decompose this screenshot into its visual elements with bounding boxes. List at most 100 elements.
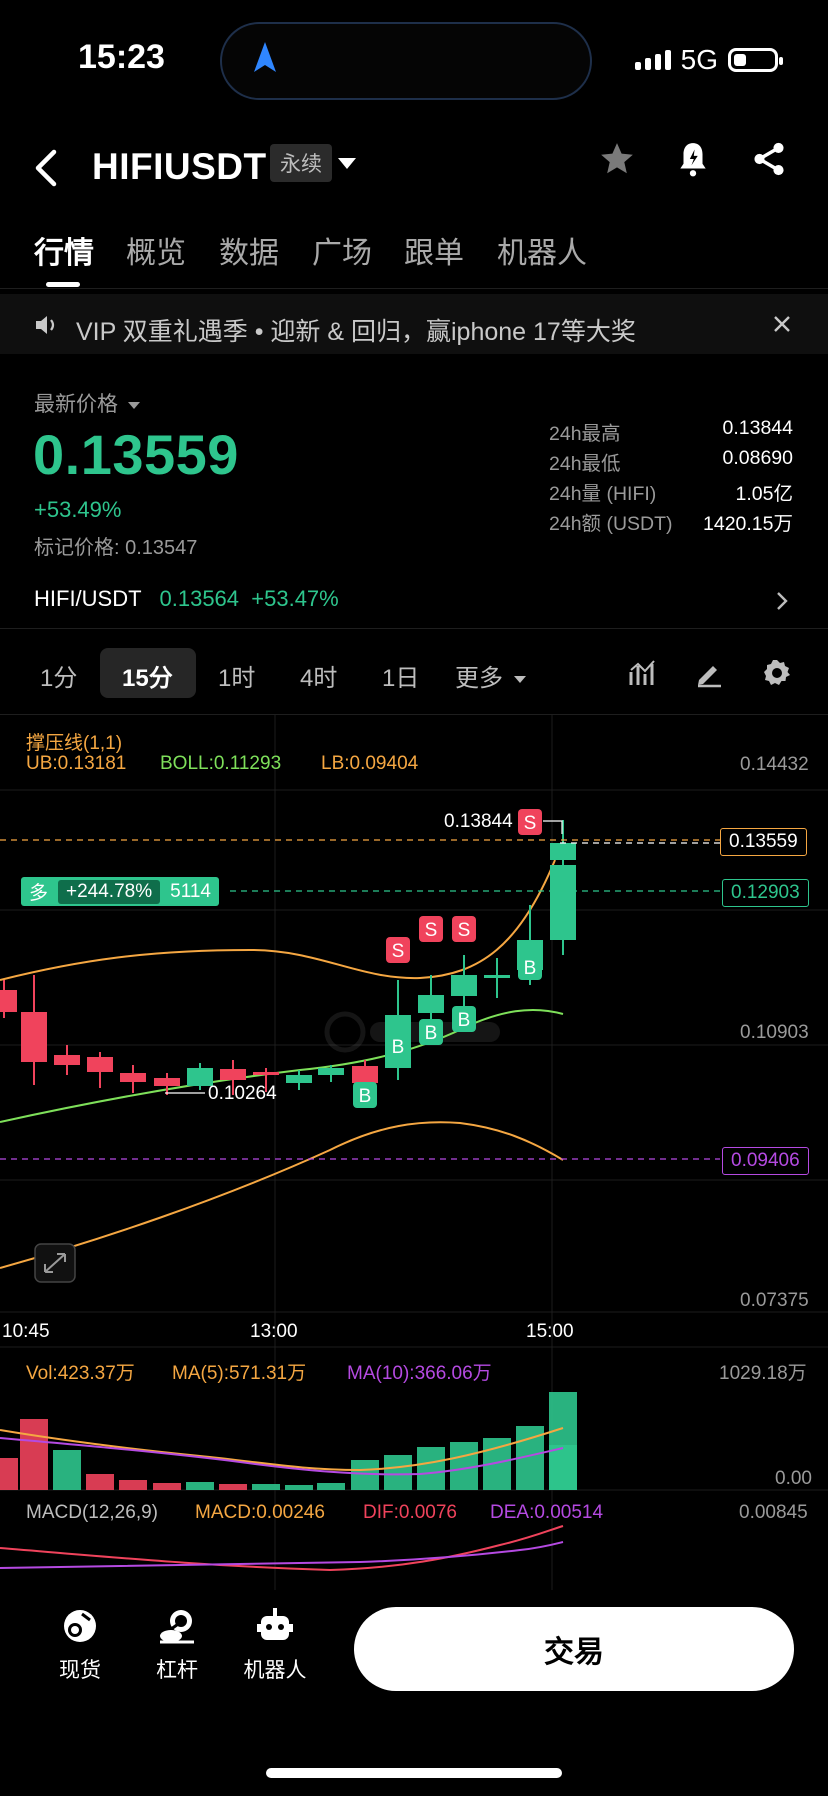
share-icon[interactable] <box>750 140 788 178</box>
dynamic-island <box>220 22 592 100</box>
close-icon[interactable] <box>772 314 792 334</box>
banner-text: VIP 双重礼遇季 • 迎新 & 回归，赢iphone 17等大奖 <box>76 318 636 346</box>
perpetual-badge: 永续 <box>270 144 332 182</box>
candle-body <box>418 995 444 1013</box>
macd-value: MACD:0.00246 <box>195 1502 325 1523</box>
high-price-marker: 0.13844 <box>444 811 513 832</box>
long-position-tag[interactable]: 多 +244.78% 5114 <box>21 877 219 906</box>
tab-square[interactable]: 广场 <box>312 228 372 272</box>
volume-axis-max: 1029.18万 <box>719 1363 807 1384</box>
chevron-right-icon[interactable] <box>774 590 790 612</box>
pair-dropdown-icon[interactable] <box>338 158 356 169</box>
tabs-divider <box>0 288 828 289</box>
position-side: 多 <box>29 883 49 904</box>
macd-axis-max: 0.00845 <box>739 1502 808 1523</box>
candles <box>0 820 576 1095</box>
tab-overview[interactable]: 概览 <box>126 228 186 272</box>
stat-24h-volume: 24h量 (HIFI) 1.05亿 <box>549 483 793 505</box>
volume-ma-lines <box>0 1427 564 1476</box>
trade-marker-letter: B <box>524 958 537 979</box>
promo-banner[interactable]: VIP 双重礼遇季 • 迎新 & 回归，赢iphone 17等大奖 <box>0 294 828 354</box>
timeframe-1d[interactable]: 1日 <box>382 658 419 693</box>
trade-marker-letter: S <box>458 920 471 941</box>
trade-marker-letter: S <box>425 920 438 941</box>
status-icons: 5G <box>634 44 783 76</box>
status-time: 15:23 <box>78 38 165 76</box>
candle-body <box>54 1055 80 1065</box>
volume-bar <box>417 1447 445 1490</box>
volume-ma10: MA(10):366.06万 <box>347 1363 492 1384</box>
trade-marker-letter: B <box>458 1010 471 1031</box>
section-divider <box>0 628 828 629</box>
indicator-lb: LB:0.09404 <box>321 753 419 774</box>
volume-bar <box>0 1458 18 1490</box>
y-axis-label-bottom: 0.07375 <box>740 1290 809 1311</box>
indicator-icon[interactable] <box>628 658 658 688</box>
volume-bar <box>20 1419 48 1490</box>
tab-data[interactable]: 数据 <box>219 228 279 272</box>
tab-copy-trading[interactable]: 跟单 <box>404 228 464 272</box>
volume-bar <box>86 1474 114 1490</box>
nav-leverage[interactable]: 杠杆 <box>137 1606 217 1684</box>
price-alert-bell-icon[interactable] <box>674 140 712 178</box>
chart-gridlines <box>0 714 828 1590</box>
volume-bar <box>53 1450 81 1490</box>
stat-24h-low: 24h最低 0.08690 <box>549 447 793 475</box>
timeframe-1m[interactable]: 1分 <box>40 658 77 693</box>
timeframe-4h[interactable]: 4时 <box>300 658 337 693</box>
macd-dif: DIF:0.0076 <box>363 1502 457 1523</box>
candle-body <box>451 975 477 996</box>
low-price-marker: 0.10264 <box>208 1083 277 1104</box>
leverage-icon <box>160 1610 194 1644</box>
spot-pair-row[interactable]: HIFI/USDT 0.13564 +53.47% <box>34 586 339 612</box>
volume-bar <box>119 1480 147 1490</box>
signal-icon <box>634 50 671 70</box>
nav-bot[interactable]: 机器人 <box>235 1606 315 1684</box>
nav-spot[interactable]: 现货 <box>40 1606 120 1684</box>
indicator-title[interactable]: 撑压线(1,1) <box>26 728 122 755</box>
candle-body <box>286 1075 312 1083</box>
volume-bar <box>351 1460 379 1490</box>
candle-body <box>0 990 17 1012</box>
x-axis-label: 15:00 <box>526 1321 574 1342</box>
indicator-boll: BOLL:0.11293 <box>160 753 282 774</box>
macd-title: MACD(12,26,9) <box>26 1502 158 1523</box>
x-axis-label: 13:00 <box>250 1321 298 1342</box>
trade-marker-letter: B <box>425 1023 438 1044</box>
candle-body <box>87 1057 113 1072</box>
candlestick-chart[interactable]: BBBBBSS SS <box>0 714 828 1594</box>
position-pnl: +244.78% <box>58 879 161 904</box>
last-price-label[interactable]: 最新价格 <box>34 388 140 418</box>
robot-icon <box>257 1608 293 1640</box>
timeframe-more[interactable]: 更多 <box>455 658 526 693</box>
volume-bar <box>219 1484 247 1490</box>
back-arrow-icon[interactable] <box>32 148 60 188</box>
candle-body <box>550 843 576 860</box>
timeframe-1h[interactable]: 1时 <box>218 658 255 693</box>
buy-sell-markers: BBBBBSS SS <box>353 809 542 1108</box>
spot-pair-change: +53.47% <box>251 586 339 611</box>
candle-body <box>154 1078 180 1086</box>
y-axis-label-mid: 0.10903 <box>740 1022 809 1043</box>
indicator-ub: UB:0.13181 <box>26 753 127 774</box>
trade-marker-letter: S <box>392 941 405 962</box>
star-icon[interactable] <box>598 140 636 178</box>
chart-settings-gear-icon[interactable] <box>762 658 792 688</box>
spot-coin-icon <box>64 1610 96 1642</box>
position-size: 5114 <box>170 880 211 902</box>
pair-title[interactable]: HIFIUSDT <box>92 146 267 188</box>
stat-24h-turnover: 24h额 (USDT) 1420.15万 <box>549 513 793 535</box>
candle-body <box>253 1072 279 1075</box>
tab-market[interactable]: 行情 <box>34 228 94 272</box>
timeframe-15m[interactable]: 15分 <box>122 658 173 693</box>
network-label: 5G <box>680 44 718 75</box>
position-price-tag: 0.12903 <box>722 879 809 907</box>
active-tab-indicator <box>46 282 80 287</box>
draw-pen-icon[interactable] <box>694 658 724 688</box>
tab-bots[interactable]: 机器人 <box>497 228 587 272</box>
section-tabs: 行情 概览 数据 广场 跟单 机器人 <box>0 228 828 288</box>
lb-price-tag: 0.09406 <box>722 1147 809 1175</box>
speaker-icon <box>36 316 55 334</box>
expand-icon[interactable] <box>34 1243 76 1283</box>
trade-button[interactable]: 交易 <box>354 1607 794 1691</box>
